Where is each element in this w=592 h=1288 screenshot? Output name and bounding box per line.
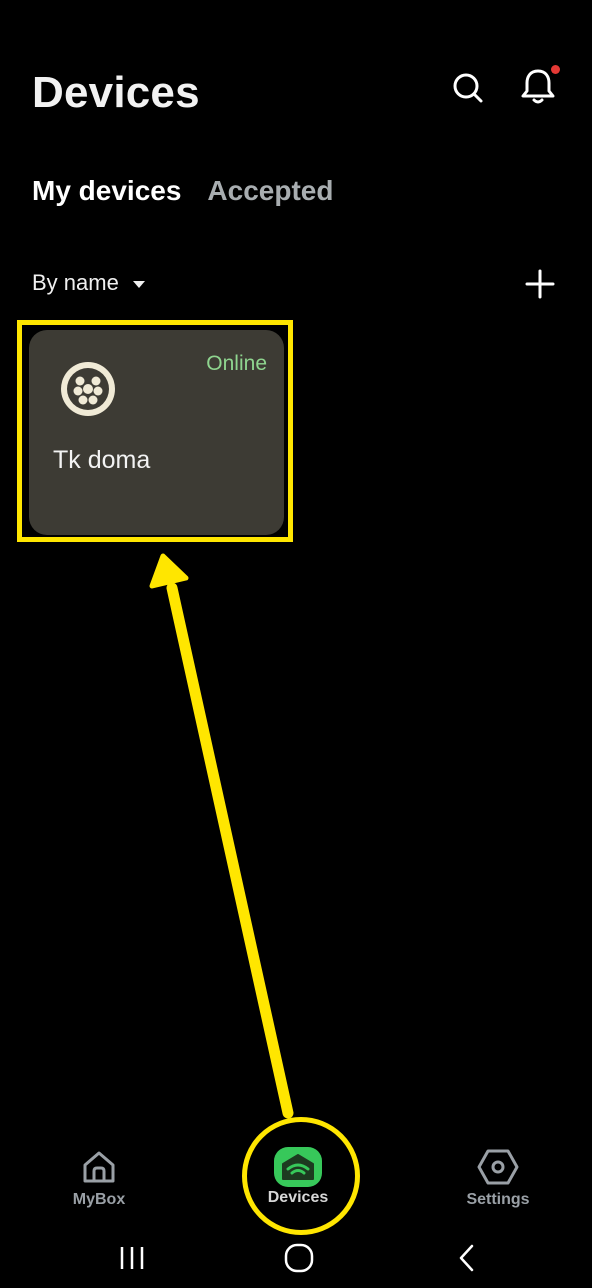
plus-icon (525, 269, 555, 299)
search-icon[interactable] (448, 68, 488, 108)
recents-icon[interactable] (112, 1238, 152, 1278)
caret-down-icon (132, 280, 145, 288)
settings-hexagon-icon (476, 1145, 520, 1189)
nav-label-devices: Devices (267, 1189, 329, 1206)
nav-item-devices[interactable]: Devices (238, 1145, 358, 1207)
notification-dot (551, 65, 560, 74)
tab-accepted[interactable]: Accepted (207, 175, 333, 207)
tab-my-devices[interactable]: My devices (32, 175, 181, 207)
sort-dropdown[interactable]: By name (32, 270, 145, 296)
nav-label-mybox: MyBox (72, 1191, 126, 1208)
back-chevron-icon[interactable] (447, 1238, 487, 1278)
device-tabs: My devices Accepted (32, 175, 333, 207)
annotation-highlight-box (17, 320, 293, 542)
nav-item-mybox[interactable]: MyBox (39, 1145, 159, 1209)
nav-item-settings[interactable]: Settings (438, 1145, 558, 1209)
home-circle-icon[interactable] (279, 1238, 319, 1278)
wifi-house-icon (274, 1147, 322, 1187)
add-device-button[interactable] (522, 266, 558, 302)
page-title: Devices (32, 68, 200, 117)
home-icon (77, 1145, 121, 1189)
sort-label: By name (32, 270, 119, 295)
nav-label-settings: Settings (466, 1191, 530, 1208)
